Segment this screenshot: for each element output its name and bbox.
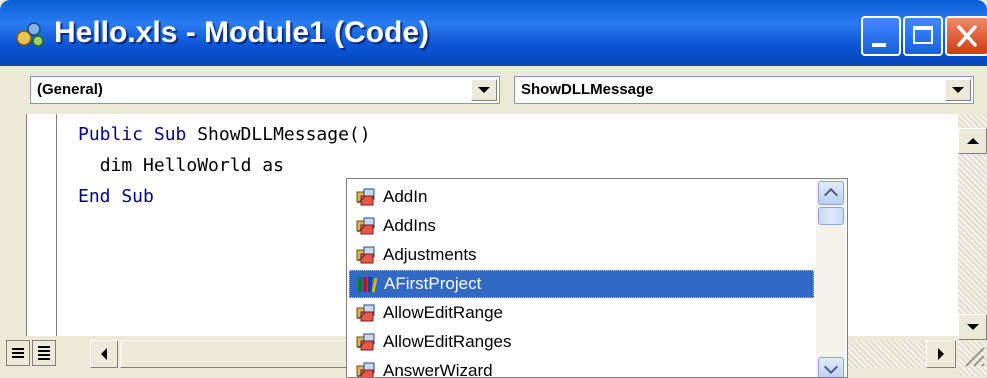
code-line-2[interactable]: dim HelloWorld as (78, 155, 284, 176)
chevron-down-icon (823, 359, 839, 375)
autocomplete-item[interactable]: AllowEditRanges (349, 328, 814, 356)
scroll-up-button[interactable] (958, 128, 987, 154)
autocomplete-item[interactable]: AddIns (349, 212, 814, 240)
minimize-button[interactable] (861, 16, 901, 56)
scroll-down-button[interactable] (958, 314, 987, 340)
class-icon (355, 245, 377, 265)
autocomplete-item-label: Adjustments (383, 245, 477, 264)
autocomplete-scroll-down-button[interactable] (818, 357, 844, 377)
autocomplete-item[interactable]: AnswerWizard (349, 357, 814, 378)
procedure-combo[interactable]: ShowDLLMessage (514, 76, 974, 104)
class-icon (355, 216, 377, 236)
autocomplete-scroll-up-button[interactable] (818, 181, 844, 205)
arrow-up-icon (966, 138, 979, 144)
class-icon (355, 303, 377, 323)
chevron-down-icon (478, 87, 490, 93)
autocomplete-scroll-thumb[interactable] (818, 207, 844, 225)
chevron-down-icon (952, 87, 964, 93)
code-keyword: End Sub (78, 186, 154, 207)
scroll-right-button[interactable] (926, 340, 956, 368)
window-title: Hello.xls - Module1 (Code) (54, 16, 430, 49)
autocomplete-item-label: AFirstProject (384, 274, 482, 293)
procedure-combo-value: ShowDLLMessage (521, 81, 654, 98)
autocomplete-scrollbar[interactable] (816, 179, 846, 377)
title-bar[interactable]: Hello.xls - Module1 (Code) (0, 0, 987, 66)
autocomplete-item-label: AllowEditRange (383, 303, 504, 322)
object-combo[interactable]: (General) (30, 76, 500, 104)
procedure-view-button[interactable] (6, 340, 30, 366)
maximize-button[interactable] (903, 16, 943, 56)
maximize-icon (913, 26, 933, 44)
resize-grip-icon[interactable] (958, 340, 987, 376)
object-combo-dropdown-button[interactable] (471, 79, 497, 101)
object-combo-value: (General) (37, 81, 103, 98)
arrow-left-icon (101, 348, 107, 360)
autocomplete-item-label: AddIn (383, 187, 428, 206)
vba-code-module-icon (16, 22, 44, 47)
code-line-3[interactable]: End Sub (78, 186, 154, 207)
autocomplete-item-label: AnswerWizard (383, 361, 493, 378)
full-module-view-button[interactable] (32, 340, 56, 366)
code-text: ShowDLLMessage() (186, 124, 371, 145)
combo-bar: (General) ShowDLLMessage (0, 66, 987, 110)
close-button[interactable] (945, 16, 987, 56)
horizontal-scroll-thumb[interactable] (120, 340, 350, 368)
code-text: dim HelloWorld as (99, 155, 284, 176)
autocomplete-item[interactable]: AddIn (349, 183, 814, 211)
autocomplete-item-label: AllowEditRanges (383, 332, 512, 351)
arrow-down-icon (966, 324, 979, 330)
autocomplete-item[interactable]: AllowEditRange (349, 299, 814, 327)
class-icon (355, 187, 377, 207)
arrow-right-icon (938, 348, 944, 360)
margin-indicator-bar[interactable] (0, 114, 27, 336)
chevron-up-icon (823, 187, 839, 203)
scroll-left-button[interactable] (90, 340, 118, 368)
procedure-combo-dropdown-button[interactable] (945, 79, 971, 101)
class-icon (355, 332, 377, 352)
library-icon (356, 274, 378, 294)
minimize-icon (872, 43, 886, 47)
autocomplete-item[interactable]: AFirstProject (349, 270, 814, 298)
autocomplete-list[interactable]: AddIn AddIns Adjustments AFirstProject Allow… (346, 178, 848, 378)
class-icon (355, 361, 377, 377)
autocomplete-item-label: AddIns (383, 216, 436, 235)
editor-separator (56, 114, 57, 336)
close-icon (957, 25, 977, 47)
code-keyword: Public Sub (78, 124, 187, 145)
autocomplete-item[interactable]: Adjustments (349, 241, 814, 269)
code-line-1[interactable]: Public Sub ShowDLLMessage() (78, 124, 371, 145)
vertical-scrollbar[interactable] (958, 114, 987, 376)
